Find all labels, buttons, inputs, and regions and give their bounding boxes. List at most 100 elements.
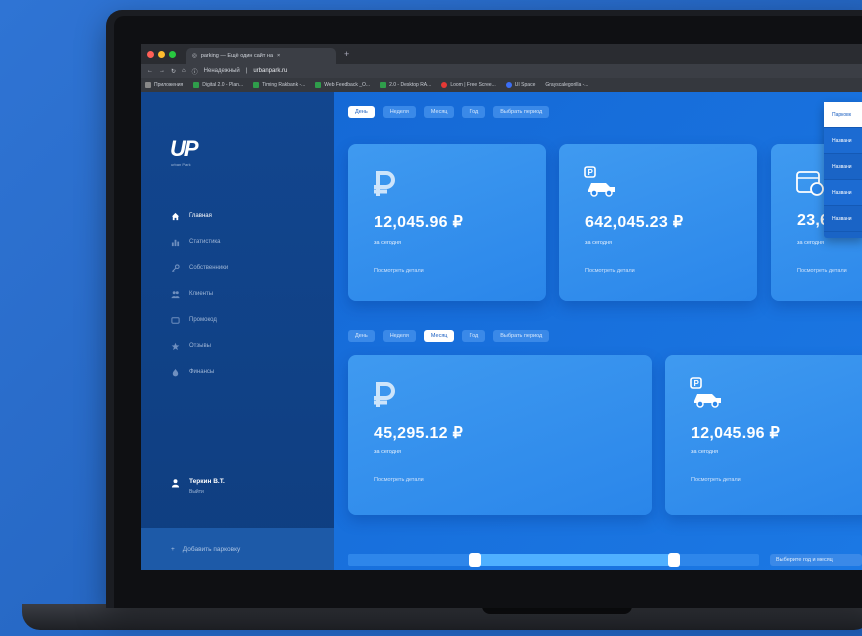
sidebar-item-label: Клиенты: [189, 291, 214, 297]
details-link[interactable]: Посмотреть детали: [585, 268, 635, 274]
parking-dropdown-item[interactable]: Названи: [824, 206, 862, 232]
user-block: Теркин В.Т. Выйти: [171, 478, 225, 495]
sidebar-item-promocode[interactable]: Промокод: [171, 314, 228, 326]
browser-tab[interactable]: ◎ parking — Ещё один сайт на ×: [186, 48, 336, 64]
bookmark-item[interactable]: Loom | Free Scree...: [441, 82, 496, 88]
stat-value: 12,045.96 ₽: [374, 214, 464, 231]
filter-year-button[interactable]: Год: [462, 330, 486, 342]
sidebar-item-reviews[interactable]: Отзывы: [171, 340, 228, 352]
filter-period-button[interactable]: Выбрать период: [493, 330, 550, 342]
period-filter-top: День Неделя Месяц Год Выбрать период: [348, 106, 550, 118]
star-icon: [171, 342, 180, 350]
bookmarks-bar: Приложения Digital 2.0 - Plan... Timing …: [141, 78, 862, 92]
reload-icon[interactable]: ↻: [171, 68, 176, 75]
filter-month-button[interactable]: Месяц: [423, 106, 455, 118]
period-range-slider[interactable]: [348, 553, 759, 567]
stat-subtitle: за сегодня: [374, 449, 401, 455]
parking-car-icon: P: [690, 377, 721, 408]
ticket-icon: [171, 316, 180, 324]
stat-card[interactable]: 12,045.96 ₽ за сегодня Посмотреть детали: [348, 144, 546, 301]
slider-end-handle[interactable]: [668, 553, 680, 567]
bookmark-item[interactable]: Web Feedback _O...: [315, 82, 370, 88]
minimize-window-button[interactable]: [158, 50, 165, 58]
browser-tab-title: parking — Ещё один сайт на: [200, 53, 273, 59]
period-filter-bottom: День Неделя Месяц Год Выбрать период: [348, 330, 550, 342]
sidebar-item-finance[interactable]: Финансы: [171, 366, 228, 378]
svg-text:P: P: [588, 168, 594, 177]
globe-icon: ◎: [192, 53, 197, 59]
new-tab-button[interactable]: +: [344, 49, 349, 59]
sidebar-item-home[interactable]: Главная: [171, 210, 228, 222]
user-name: Теркин В.Т.: [189, 478, 225, 485]
sidebar-item-clients[interactable]: Клиенты: [171, 288, 228, 300]
stat-value: 12,045.96 ₽: [691, 425, 781, 442]
filter-day-button[interactable]: День: [348, 330, 375, 342]
sidebar-item-statistics[interactable]: Статистика: [171, 236, 228, 248]
sidebar-item-label: Собственники: [189, 265, 229, 271]
filter-day-button[interactable]: День: [348, 106, 375, 118]
details-link[interactable]: Посмотреть детали: [374, 268, 424, 274]
details-link[interactable]: Посмотреть детали: [797, 268, 847, 274]
details-link[interactable]: Посмотреть детали: [374, 477, 424, 483]
logout-link[interactable]: Выйти: [189, 489, 225, 495]
select-year-month-button[interactable]: Выберите год и месяц: [770, 554, 862, 566]
maximize-window-button[interactable]: [169, 50, 176, 58]
sidebar-item-label: Статистика: [189, 239, 221, 245]
url-input[interactable]: urbanpark.ru: [253, 68, 287, 74]
stat-value: 45,295.12 ₽: [374, 425, 464, 442]
parking-dropdown-item[interactable]: Названи: [824, 180, 862, 206]
bookmark-item[interactable]: Приложения: [145, 82, 183, 88]
user-icon: [171, 479, 180, 488]
forward-icon[interactable]: →: [159, 68, 165, 74]
plus-icon: +: [171, 545, 175, 553]
parking-dropdown: Парковк Названи Названи Названи Названи: [824, 102, 862, 238]
bookmark-item[interactable]: Grayscalegorilla -...: [545, 82, 588, 88]
sidebar-nav: Главная Статистика Собственники Клиенты …: [171, 210, 228, 378]
add-parking-button[interactable]: + Добавить парковку: [141, 528, 334, 570]
parking-dropdown-item[interactable]: Названи: [824, 128, 862, 154]
details-link[interactable]: Посмотреть детали: [691, 477, 741, 483]
filter-week-button[interactable]: Неделя: [382, 106, 416, 118]
main-content: День Неделя Месяц Год Выбрать период 12,…: [334, 92, 862, 570]
filter-period-button[interactable]: Выбрать период: [493, 106, 550, 118]
sidebar-item-label: Отзывы: [189, 343, 211, 349]
stat-subtitle: за сегодня: [691, 449, 718, 455]
close-window-button[interactable]: [147, 50, 154, 58]
stat-value: 642,045.23 ₽: [585, 214, 684, 231]
stat-card[interactable]: P 12,045.96 ₽ за сегодня Посмотреть дета…: [665, 355, 862, 515]
users-icon: [171, 290, 180, 298]
bookmark-item[interactable]: Digital 2.0 - Plan...: [193, 82, 243, 88]
slider-start-handle[interactable]: [469, 553, 481, 567]
home-icon[interactable]: ⌂: [182, 68, 186, 74]
screen: ◎ parking — Ещё один сайт на × + ← → ↻ ⌂…: [141, 44, 862, 570]
calendar-icon: [796, 171, 824, 196]
window-controls: [147, 50, 176, 58]
sidebar-item-owners[interactable]: Собственники: [171, 262, 228, 274]
url-separator: |: [245, 68, 248, 74]
parking-dropdown-item[interactable]: Названи: [824, 154, 862, 180]
stat-card[interactable]: P 642,045.23 ₽ за сегодня Посмотреть дет…: [559, 144, 757, 301]
url-security-label: Ненадежный: [203, 68, 240, 74]
chart-icon: [171, 239, 180, 246]
close-tab-icon[interactable]: ×: [277, 53, 280, 59]
filter-week-button[interactable]: Неделя: [382, 330, 416, 342]
add-parking-label: Добавить парковку: [182, 545, 241, 553]
back-icon[interactable]: ←: [147, 68, 153, 74]
stat-subtitle: за сегодня: [797, 240, 824, 246]
stat-subtitle: за сегодня: [585, 240, 612, 246]
sidebar-item-label: Главная: [189, 213, 212, 219]
logo-subtitle: urban Park: [171, 162, 191, 167]
stat-card[interactable]: 45,295.12 ₽ за сегодня Посмотреть детали: [348, 355, 652, 515]
ruble-icon: [374, 382, 395, 407]
home-icon: [171, 212, 180, 220]
stat-subtitle: за сегодня: [374, 240, 401, 246]
parking-dropdown-item[interactable]: Парковк: [824, 102, 862, 128]
bookmark-item[interactable]: Timing Rakbank -...: [253, 82, 305, 88]
logo[interactable]: UP: [170, 136, 199, 162]
bookmark-item[interactable]: UI Space: [505, 82, 535, 88]
filter-year-button[interactable]: Год: [462, 106, 486, 118]
bookmark-item[interactable]: 2.0 - Desktop RA...: [380, 82, 431, 88]
filter-month-button[interactable]: Месяц: [423, 330, 455, 342]
address-bar: ← → ↻ ⌂ ⓘ Ненадежный | urbanpark.ru: [141, 64, 862, 78]
svg-text:P: P: [694, 379, 700, 388]
